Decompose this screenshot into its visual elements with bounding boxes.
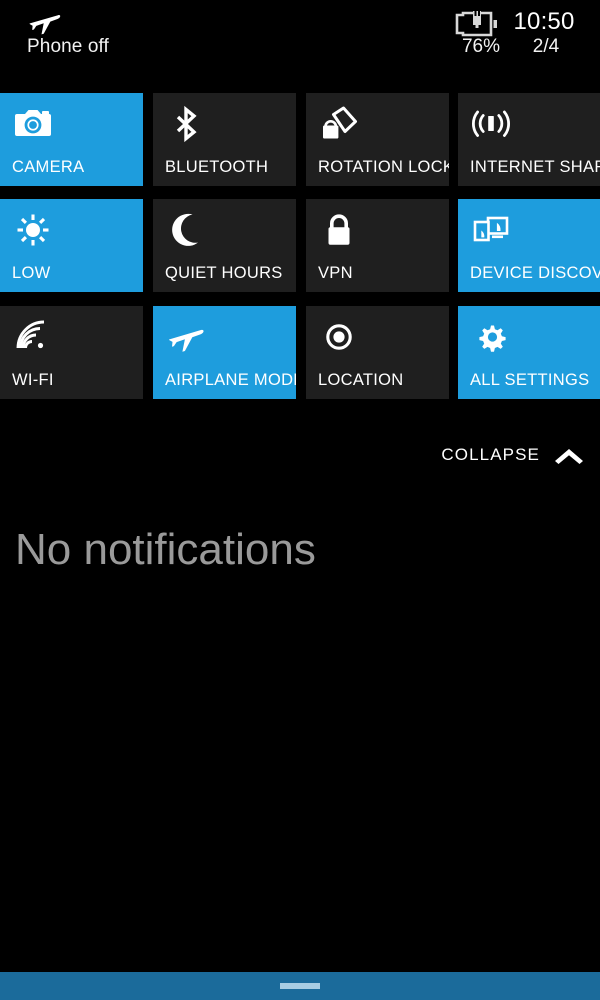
quick-action-label: WI-FI (12, 371, 54, 389)
quick-action-tile-all-settings[interactable]: ALL SETTINGS (458, 306, 600, 399)
quick-action-label: VPN (318, 264, 353, 282)
quick-action-label: ROTATION LOCK (318, 158, 449, 176)
page-indicator-text: 2/4 (532, 36, 560, 57)
battery-charging-icon (455, 11, 497, 37)
quick-action-tile-internet-sharing[interactable]: INTERNET SHARING (458, 93, 600, 186)
quick-action-label: LOCATION (318, 371, 404, 389)
device-discovery-icon (470, 211, 512, 249)
quick-action-tile-airplane-mode[interactable]: AIRPLANE MODE (153, 306, 296, 399)
quick-action-label: AIRPLANE MODE (165, 371, 296, 389)
quick-action-label: BLUETOOTH (165, 158, 269, 176)
notification-area: No notifications (0, 500, 600, 960)
quick-action-label: DEVICE DISCOVERY (470, 264, 600, 282)
chevron-up-icon (555, 449, 583, 464)
quick-action-tile-brightness[interactable]: LOW (0, 199, 143, 292)
rotation-lock-icon (318, 105, 360, 143)
gear-icon (470, 318, 512, 356)
collapse-button[interactable]: COLLAPSE (441, 432, 584, 478)
quick-action-label: LOW (12, 264, 51, 282)
bluetooth-icon (165, 105, 207, 143)
quick-action-tile-quiet-hours[interactable]: QUIET HOURS (153, 199, 296, 292)
lock-icon (318, 211, 360, 249)
quick-actions-grid: CAMERA BLUETOOTH ROTATION LOCK INTERNET … (0, 93, 600, 403)
quick-action-tile-rotation-lock[interactable]: ROTATION LOCK (306, 93, 449, 186)
quick-action-tile-camera[interactable]: CAMERA (0, 93, 143, 186)
status-bar: Phone off 76% 10:50 2/4 (0, 0, 600, 88)
clock-text: 10:50 (513, 8, 575, 35)
brightness-icon (12, 211, 54, 249)
no-notifications-text: No notifications (15, 525, 316, 574)
quick-action-tile-bluetooth[interactable]: BLUETOOTH (153, 93, 296, 186)
quick-action-label: INTERNET SHARING (470, 158, 600, 176)
airplane-icon (27, 6, 61, 36)
wifi-icon (12, 318, 54, 356)
home-indicator[interactable] (280, 983, 320, 989)
collapse-row: COLLAPSE (0, 432, 600, 478)
quick-action-label: CAMERA (12, 158, 85, 176)
collapse-label: COLLAPSE (441, 445, 540, 464)
quick-action-label: QUIET HOURS (165, 264, 283, 282)
navigation-bar[interactable] (0, 972, 600, 1000)
phone-status-text: Phone off (27, 36, 109, 57)
action-center-screen: Phone off 76% 10:50 2/4 CAMERA BLUETOOTH… (0, 0, 600, 1000)
camera-icon (12, 105, 54, 143)
quick-action-tile-location[interactable]: LOCATION (306, 306, 449, 399)
airplane-icon (165, 318, 207, 356)
quick-action-tile-wifi[interactable]: WI-FI (0, 306, 143, 399)
quick-action-label: ALL SETTINGS (470, 371, 590, 389)
battery-percent-text: 76% (461, 36, 501, 57)
location-icon (318, 318, 360, 356)
internet-sharing-icon (470, 105, 512, 143)
quick-action-tile-device-discovery[interactable]: DEVICE DISCOVERY (458, 199, 600, 292)
quick-action-tile-vpn[interactable]: VPN (306, 199, 449, 292)
moon-icon (165, 211, 207, 249)
